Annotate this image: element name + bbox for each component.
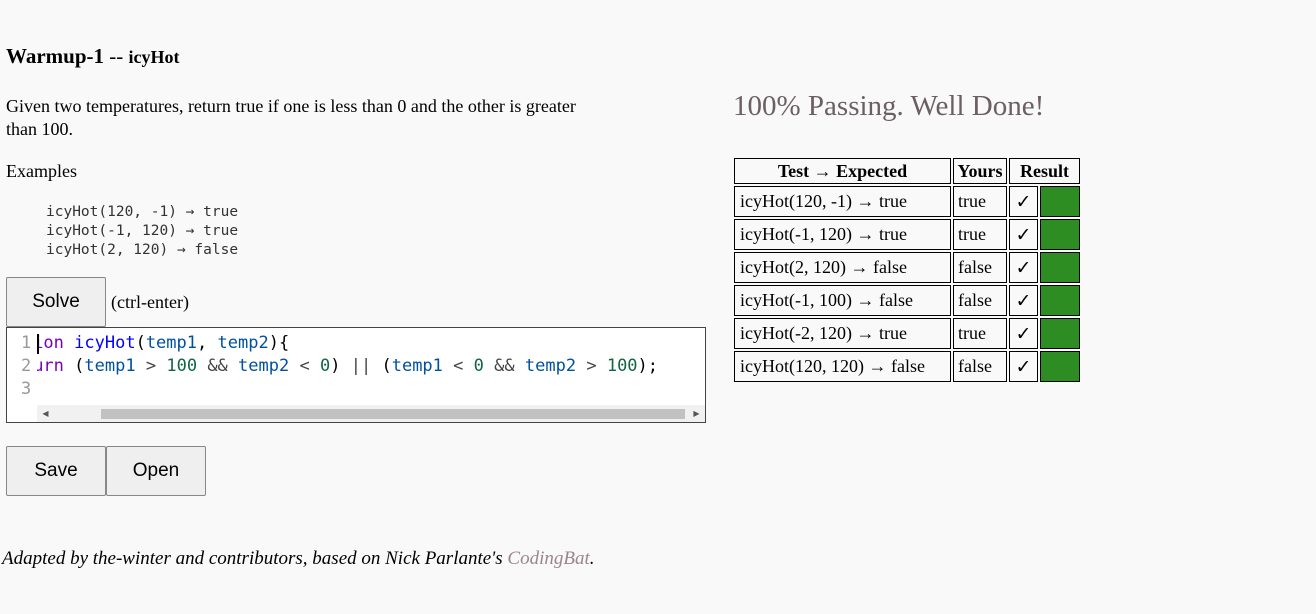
checkmark-icon: ✓ [1009,252,1038,283]
example-item: icyHot(2, 120) → false [46,242,239,258]
solve-shortcut-hint: (ctrl-enter) [111,292,189,312]
yours-cell: true [953,219,1007,250]
yours-cell: true [953,186,1007,217]
checkmark-icon: ✓ [1009,219,1038,250]
line-number: 1 [21,333,32,353]
test-expected-cell: icyHot(-1, 120) → true [734,219,951,250]
test-expected-cell: icyHot(-2, 120) → true [734,318,951,349]
table-row: icyHot(-2, 120) → true true ✓ [734,318,1080,349]
scroll-right-arrow-icon[interactable]: ▶ [688,405,705,422]
test-expected-cell: icyHot(120, 120) → false [734,351,951,382]
text-cursor [37,334,39,354]
results-header-row: Test → Expected Yours Result [734,158,1080,184]
example-item: icyHot(120, -1) → true [46,204,239,220]
line-number: 3 [21,379,32,399]
test-expected-cell: icyHot(2, 120) → false [734,252,951,283]
examples-label: Examples [6,161,77,181]
table-row: icyHot(-1, 100) → false false ✓ [734,285,1080,316]
header-test: Test → Expected [734,158,951,184]
table-row: icyHot(2, 120) → false false ✓ [734,252,1080,283]
line-number-gutter: 1 2 3 [7,328,37,422]
result-pass-indicator [1040,186,1080,217]
header-result: Result [1009,158,1080,184]
examples-list: icyHot(120, -1) → true icyHot(-1, 120) → … [46,203,238,260]
result-pass-indicator [1040,285,1080,316]
scroll-left-arrow-icon[interactable]: ◀ [37,405,54,422]
results-table: Test → Expected Yours Result icyHot(120,… [732,156,1082,384]
solve-button[interactable]: Solve [6,277,106,327]
open-button[interactable]: Open [106,446,206,496]
save-button[interactable]: Save [6,446,106,496]
footer-text: Adapted by the-winter and contributors, … [2,548,508,569]
table-row: icyHot(120, -1) → true true ✓ [734,186,1080,217]
table-row: icyHot(120, 120) → false false ✓ [734,351,1080,382]
result-pass-indicator [1040,318,1080,349]
footer-credit: Adapted by the-winter and contributors, … [2,548,595,570]
yours-cell: false [953,252,1007,283]
code-editor[interactable]: 1 2 3 function icyHot(temp1, temp2){ ret… [6,327,706,423]
checkmark-icon: ✓ [1009,285,1038,316]
result-pass-indicator [1040,252,1080,283]
page-title: Warmup-1 -- icyHot [6,44,180,69]
problem-name: icyHot [128,47,180,67]
pass-summary: 100% Passing. Well Done! [733,90,1045,122]
result-pass-indicator [1040,219,1080,250]
test-expected-cell: icyHot(120, -1) → true [734,186,951,217]
line-number: 2 [21,356,32,376]
problem-category: Warmup-1 [6,44,105,68]
footer-suffix: . [589,548,595,569]
code-line[interactable]: function icyHot(temp1, temp2){ [37,332,289,355]
yours-cell: true [953,318,1007,349]
scrollbar-thumb[interactable] [101,409,685,419]
horizontal-scrollbar[interactable]: ◀ ▶ [37,405,705,422]
code-line[interactable]: return (temp1 > 100 && temp2 < 0) || (te… [37,355,658,378]
table-row: icyHot(-1, 120) → true true ✓ [734,219,1080,250]
problem-description: Given two temperatures, return true if o… [6,96,576,139]
yours-cell: false [953,351,1007,382]
yours-cell: false [953,285,1007,316]
checkmark-icon: ✓ [1009,318,1038,349]
checkmark-icon: ✓ [1009,351,1038,382]
codingbat-link[interactable]: CodingBat [507,548,589,569]
result-pass-indicator [1040,351,1080,382]
test-expected-cell: icyHot(-1, 100) → false [734,285,951,316]
title-separator: -- [109,44,124,68]
header-yours: Yours [953,158,1007,184]
example-item: icyHot(-1, 120) → true [46,223,239,239]
checkmark-icon: ✓ [1009,186,1038,217]
